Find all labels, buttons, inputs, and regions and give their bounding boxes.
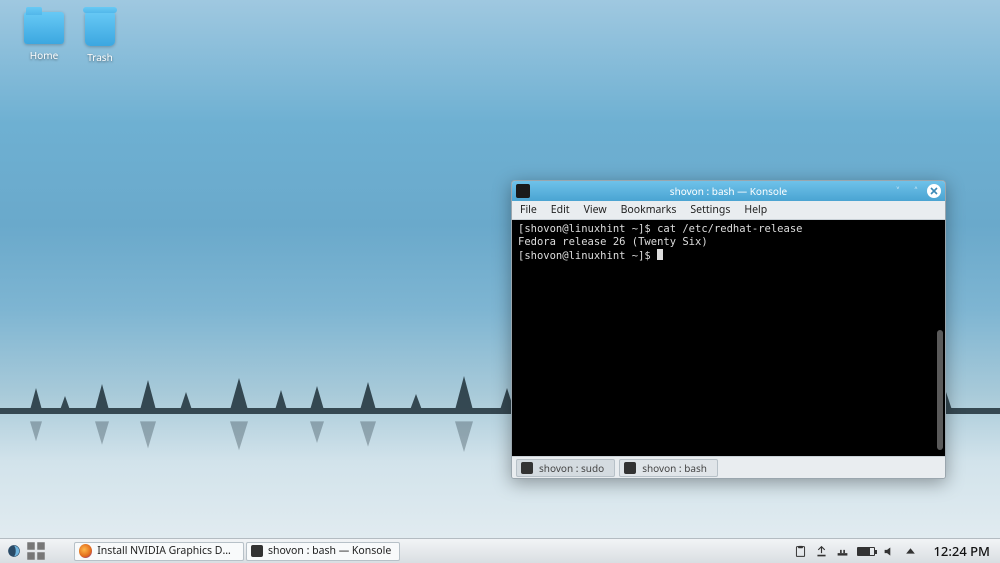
terminal-tab-label: shovon : bash [642,461,707,475]
terminal-tab[interactable]: shovon : bash [619,459,718,477]
taskbar-entry-firefox[interactable]: Install NVIDIA Graphics Driv... [74,542,244,561]
desktop-icon-trash[interactable]: Trash [70,12,130,64]
terminal-scrollbar[interactable] [937,330,943,450]
window-menubar: File Edit View Bookmarks Settings Help [512,201,945,220]
battery-tray-icon[interactable] [857,547,875,556]
folder-icon [24,12,64,44]
terminal-line: [shovon@linuxhint ~]$ [518,250,657,262]
terminal-tab-icon [521,462,533,474]
window-title: shovon : bash — Konsole [670,184,787,198]
close-button[interactable] [927,184,941,198]
desktop-icon-home[interactable]: Home [14,12,74,62]
menu-edit[interactable]: Edit [551,203,570,217]
terminal-tabbar: shovon : sudo shovon : bash [512,456,945,478]
menu-view[interactable]: View [584,203,607,217]
menu-settings[interactable]: Settings [690,203,730,217]
firefox-launcher-icon[interactable] [48,541,68,561]
konsole-window: shovon : bash — Konsole ˅ ˄ File Edit Vi… [511,180,946,479]
clipboard-tray-icon[interactable] [794,545,807,558]
minimize-button[interactable]: ˅ [891,184,905,198]
volume-tray-icon[interactable] [883,545,896,558]
maximize-button[interactable]: ˄ [909,184,923,198]
window-titlebar[interactable]: shovon : bash — Konsole ˅ ˄ [512,181,945,201]
activity-switcher-icon[interactable] [26,541,46,561]
konsole-icon [516,184,530,198]
konsole-icon [251,545,263,557]
terminal-line: Fedora release 26 (Twenty Six) [518,236,708,248]
tray-expand-icon[interactable] [904,545,917,558]
taskbar-clock[interactable]: 12:24 PM [923,542,1000,560]
application-menu-button[interactable] [4,541,24,561]
menu-file[interactable]: File [520,203,537,217]
taskbar: Install NVIDIA Graphics Driv... shovon :… [0,538,1000,563]
system-tray [788,545,923,558]
terminal-tab-icon [624,462,636,474]
desktop-icon-label: Home [14,48,74,62]
terminal-tab-label: shovon : sudo [539,461,604,475]
firefox-icon [79,544,92,558]
taskbar-launchers [0,541,72,561]
desktop-icon-label: Trash [70,50,130,64]
updates-tray-icon[interactable] [815,545,828,558]
trash-icon [85,12,115,46]
taskbar-entry-label: shovon : bash — Konsole [268,544,391,558]
terminal-line: [shovon@linuxhint ~]$ cat /etc/redhat-re… [518,223,802,235]
network-tray-icon[interactable] [836,545,849,558]
menu-bookmarks[interactable]: Bookmarks [621,203,677,217]
taskbar-entry-label: Install NVIDIA Graphics Driv... [97,544,235,558]
terminal-tab[interactable]: shovon : sudo [516,459,615,477]
menu-help[interactable]: Help [744,203,767,217]
taskbar-entry-konsole[interactable]: shovon : bash — Konsole [246,542,400,561]
terminal-cursor [657,249,663,260]
terminal-area[interactable]: [shovon@linuxhint ~]$ cat /etc/redhat-re… [512,220,945,456]
